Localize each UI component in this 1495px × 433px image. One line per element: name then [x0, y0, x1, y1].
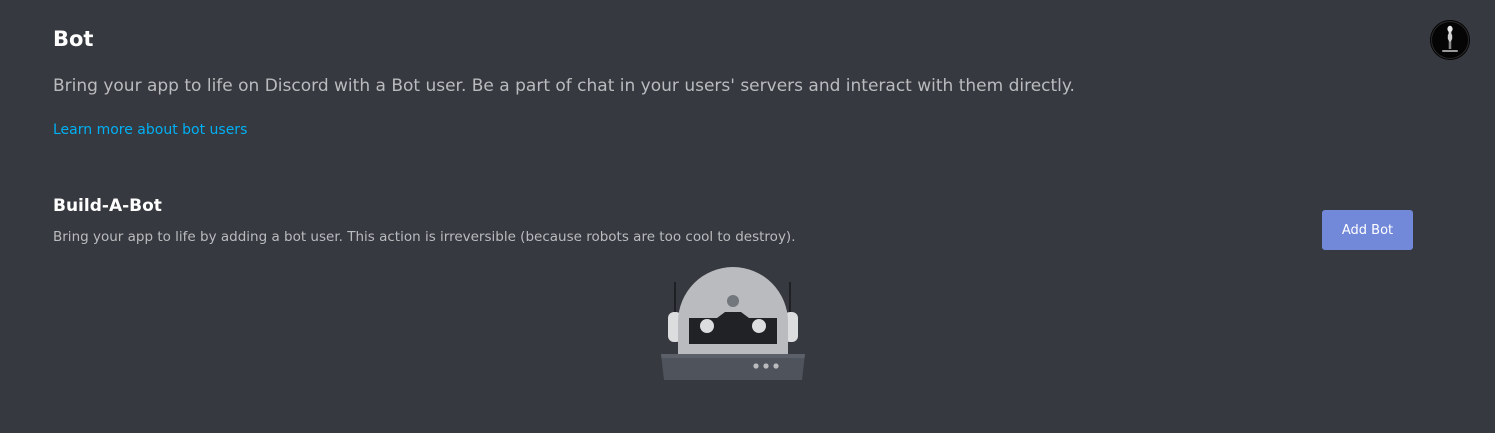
learn-more-link[interactable]: Learn more about bot users — [53, 121, 247, 139]
page-description: Bring your app to life on Discord with a… — [53, 76, 1075, 96]
avatar-image — [1430, 20, 1470, 60]
user-avatar-icon[interactable] — [1430, 20, 1470, 60]
robot-icon — [661, 267, 805, 380]
robot-illustration — [655, 262, 811, 384]
add-bot-button[interactable]: Add Bot — [1322, 210, 1413, 250]
bot-settings-page: Bot Bring your app to life on Discord wi… — [0, 0, 1495, 433]
build-a-bot-title: Build-A-Bot — [53, 196, 162, 216]
page-title: Bot — [53, 27, 94, 51]
build-a-bot-description: Bring your app to life by adding a bot u… — [53, 229, 796, 245]
